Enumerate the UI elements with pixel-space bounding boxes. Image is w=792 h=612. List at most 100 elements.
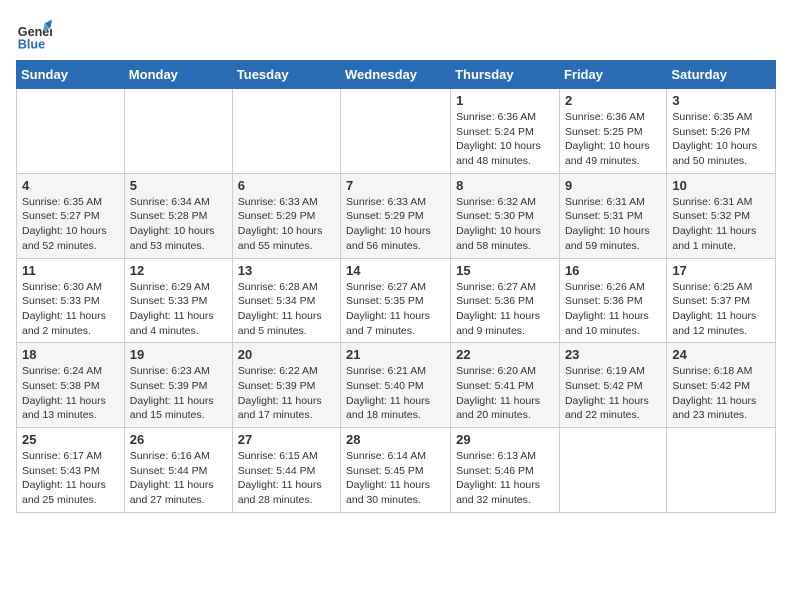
day-number: 7 bbox=[346, 178, 445, 193]
day-info: Sunrise: 6:32 AMSunset: 5:30 PMDaylight:… bbox=[456, 195, 554, 254]
calendar-cell: 3 Sunrise: 6:35 AMSunset: 5:26 PMDaylight… bbox=[667, 89, 776, 174]
calendar-cell: 1 Sunrise: 6:36 AMSunset: 5:24 PMDaylight… bbox=[451, 89, 560, 174]
svg-text:Blue: Blue bbox=[18, 37, 45, 51]
header-friday: Friday bbox=[559, 61, 666, 89]
calendar-cell bbox=[17, 89, 125, 174]
calendar-cell: 12 Sunrise: 6:29 AMSunset: 5:33 PMDayligh… bbox=[124, 258, 232, 343]
header-row: SundayMondayTuesdayWednesdayThursdayFrid… bbox=[17, 61, 776, 89]
calendar-cell: 15 Sunrise: 6:27 AMSunset: 5:36 PMDayligh… bbox=[451, 258, 560, 343]
calendar-cell: 10Sunrise: 6:31 AMSunset: 5:32 PMDayligh… bbox=[667, 173, 776, 258]
calendar-cell: 26 Sunrise: 6:16 AMSunset: 5:44 PMDayligh… bbox=[124, 428, 232, 513]
day-info: Sunrise: 6:29 AMSunset: 5:33 PMDaylight:… bbox=[130, 280, 227, 339]
calendar-cell bbox=[341, 89, 451, 174]
calendar-cell: 23 Sunrise: 6:19 AMSunset: 5:42 PMDayligh… bbox=[559, 343, 666, 428]
day-number: 2 bbox=[565, 93, 661, 108]
day-info: Sunrise: 6:35 AMSunset: 5:26 PMDaylight:… bbox=[672, 110, 770, 169]
day-info: Sunrise: 6:25 AMSunset: 5:37 PMDaylight:… bbox=[672, 280, 770, 339]
calendar-cell: 22 Sunrise: 6:20 AMSunset: 5:41 PMDayligh… bbox=[451, 343, 560, 428]
day-number: 26 bbox=[130, 432, 227, 447]
calendar-cell: 6 Sunrise: 6:33 AMSunset: 5:29 PMDaylight… bbox=[232, 173, 340, 258]
day-info: Sunrise: 6:15 AMSunset: 5:44 PMDaylight:… bbox=[238, 449, 335, 508]
calendar-cell: 27 Sunrise: 6:15 AMSunset: 5:44 PMDayligh… bbox=[232, 428, 340, 513]
week-row-1: 4 Sunrise: 6:35 AMSunset: 5:27 PMDaylight… bbox=[17, 173, 776, 258]
day-info: Sunrise: 6:33 AMSunset: 5:29 PMDaylight:… bbox=[346, 195, 445, 254]
day-number: 25 bbox=[22, 432, 119, 447]
calendar-cell: 29Sunrise: 6:13 AMSunset: 5:46 PMDayligh… bbox=[451, 428, 560, 513]
day-info: Sunrise: 6:36 AMSunset: 5:25 PMDaylight:… bbox=[565, 110, 661, 169]
calendar-cell bbox=[232, 89, 340, 174]
calendar-cell: 2 Sunrise: 6:36 AMSunset: 5:25 PMDaylight… bbox=[559, 89, 666, 174]
day-number: 13 bbox=[238, 263, 335, 278]
day-number: 24 bbox=[672, 347, 770, 362]
day-info: Sunrise: 6:35 AMSunset: 5:27 PMDaylight:… bbox=[22, 195, 119, 254]
header-wednesday: Wednesday bbox=[341, 61, 451, 89]
day-number: 4 bbox=[22, 178, 119, 193]
day-info: Sunrise: 6:26 AMSunset: 5:36 PMDaylight:… bbox=[565, 280, 661, 339]
day-number: 27 bbox=[238, 432, 335, 447]
calendar-cell: 13 Sunrise: 6:28 AMSunset: 5:34 PMDayligh… bbox=[232, 258, 340, 343]
day-info: Sunrise: 6:18 AMSunset: 5:42 PMDaylight:… bbox=[672, 364, 770, 423]
day-number: 20 bbox=[238, 347, 335, 362]
day-info: Sunrise: 6:20 AMSunset: 5:41 PMDaylight:… bbox=[456, 364, 554, 423]
calendar-table: SundayMondayTuesdayWednesdayThursdayFrid… bbox=[16, 60, 776, 513]
day-number: 21 bbox=[346, 347, 445, 362]
calendar-cell: 9 Sunrise: 6:31 AMSunset: 5:31 PMDaylight… bbox=[559, 173, 666, 258]
day-info: Sunrise: 6:31 AMSunset: 5:31 PMDaylight:… bbox=[565, 195, 661, 254]
day-info: Sunrise: 6:27 AMSunset: 5:36 PMDaylight:… bbox=[456, 280, 554, 339]
logo: General Blue bbox=[16, 16, 52, 52]
calendar-cell: 25Sunrise: 6:17 AMSunset: 5:43 PMDayligh… bbox=[17, 428, 125, 513]
calendar-cell bbox=[559, 428, 666, 513]
week-row-2: 11 Sunrise: 6:30 AMSunset: 5:33 PMDayligh… bbox=[17, 258, 776, 343]
day-number: 16 bbox=[565, 263, 661, 278]
calendar-cell: 21 Sunrise: 6:21 AMSunset: 5:40 PMDayligh… bbox=[341, 343, 451, 428]
calendar-cell: 5 Sunrise: 6:34 AMSunset: 5:28 PMDaylight… bbox=[124, 173, 232, 258]
day-info: Sunrise: 6:14 AMSunset: 5:45 PMDaylight:… bbox=[346, 449, 445, 508]
day-number: 1 bbox=[456, 93, 554, 108]
week-row-4: 25Sunrise: 6:17 AMSunset: 5:43 PMDayligh… bbox=[17, 428, 776, 513]
day-info: Sunrise: 6:30 AMSunset: 5:33 PMDaylight:… bbox=[22, 280, 119, 339]
day-number: 19 bbox=[130, 347, 227, 362]
day-number: 14 bbox=[346, 263, 445, 278]
day-number: 15 bbox=[456, 263, 554, 278]
week-row-3: 18Sunrise: 6:24 AMSunset: 5:38 PMDayligh… bbox=[17, 343, 776, 428]
header-saturday: Saturday bbox=[667, 61, 776, 89]
calendar-cell: 17 Sunrise: 6:25 AMSunset: 5:37 PMDayligh… bbox=[667, 258, 776, 343]
day-info: Sunrise: 6:34 AMSunset: 5:28 PMDaylight:… bbox=[130, 195, 227, 254]
header-tuesday: Tuesday bbox=[232, 61, 340, 89]
calendar-cell: 8Sunrise: 6:32 AMSunset: 5:30 PMDaylight… bbox=[451, 173, 560, 258]
header: General Blue bbox=[16, 16, 776, 52]
day-info: Sunrise: 6:31 AMSunset: 5:32 PMDaylight:… bbox=[672, 195, 770, 254]
day-number: 11 bbox=[22, 263, 119, 278]
day-number: 3 bbox=[672, 93, 770, 108]
day-number: 12 bbox=[130, 263, 227, 278]
calendar-cell: 4 Sunrise: 6:35 AMSunset: 5:27 PMDaylight… bbox=[17, 173, 125, 258]
day-info: Sunrise: 6:23 AMSunset: 5:39 PMDaylight:… bbox=[130, 364, 227, 423]
day-number: 28 bbox=[346, 432, 445, 447]
logo-icon: General Blue bbox=[16, 16, 52, 52]
day-info: Sunrise: 6:27 AMSunset: 5:35 PMDaylight:… bbox=[346, 280, 445, 339]
header-thursday: Thursday bbox=[451, 61, 560, 89]
day-info: Sunrise: 6:19 AMSunset: 5:42 PMDaylight:… bbox=[565, 364, 661, 423]
calendar-cell: 11 Sunrise: 6:30 AMSunset: 5:33 PMDayligh… bbox=[17, 258, 125, 343]
calendar-cell: 28 Sunrise: 6:14 AMSunset: 5:45 PMDayligh… bbox=[341, 428, 451, 513]
day-info: Sunrise: 6:16 AMSunset: 5:44 PMDaylight:… bbox=[130, 449, 227, 508]
day-info: Sunrise: 6:36 AMSunset: 5:24 PMDaylight:… bbox=[456, 110, 554, 169]
day-number: 23 bbox=[565, 347, 661, 362]
day-info: Sunrise: 6:21 AMSunset: 5:40 PMDaylight:… bbox=[346, 364, 445, 423]
day-number: 17 bbox=[672, 263, 770, 278]
day-number: 29 bbox=[456, 432, 554, 447]
day-number: 9 bbox=[565, 178, 661, 193]
calendar-cell bbox=[124, 89, 232, 174]
day-info: Sunrise: 6:28 AMSunset: 5:34 PMDaylight:… bbox=[238, 280, 335, 339]
day-number: 22 bbox=[456, 347, 554, 362]
day-number: 5 bbox=[130, 178, 227, 193]
day-number: 18 bbox=[22, 347, 119, 362]
calendar-cell bbox=[667, 428, 776, 513]
week-row-0: 1 Sunrise: 6:36 AMSunset: 5:24 PMDaylight… bbox=[17, 89, 776, 174]
calendar-cell: 24 Sunrise: 6:18 AMSunset: 5:42 PMDayligh… bbox=[667, 343, 776, 428]
calendar-cell: 14 Sunrise: 6:27 AMSunset: 5:35 PMDayligh… bbox=[341, 258, 451, 343]
day-number: 6 bbox=[238, 178, 335, 193]
calendar-cell: 19 Sunrise: 6:23 AMSunset: 5:39 PMDayligh… bbox=[124, 343, 232, 428]
day-info: Sunrise: 6:33 AMSunset: 5:29 PMDaylight:… bbox=[238, 195, 335, 254]
header-sunday: Sunday bbox=[17, 61, 125, 89]
